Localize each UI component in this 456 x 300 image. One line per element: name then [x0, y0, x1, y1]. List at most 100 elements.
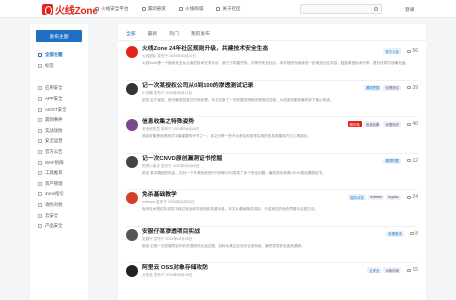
category-icon [38, 118, 42, 123]
post-tags: 攻防对抗 redteam bypass 24 [348, 194, 418, 201]
post-item[interactable]: 记一次CNVD原创漏洞证书挖掘 挖洞小能手 发布于 2024年06月05日 漏洞挖掘… [126, 155, 418, 181]
comment-count: 12 [406, 158, 418, 164]
comment-count: 8 [409, 230, 418, 237]
post-excerpt: 前言 某次偶然的机会，在对一个开源系统进行代码审计时发现了多个安全问题，最终成功… [142, 170, 326, 175]
post-meta: 小白帽 发布于 2024年06月11日 [142, 90, 193, 95]
site-logo[interactable]: 火线Zone [42, 2, 98, 17]
post-excerpt [142, 280, 418, 290]
sidebar-item-app-security[interactable]: 应用安全 [30, 83, 88, 94]
sidebar: 发布主题 全部主题 标签 应用安全 APP安全 AI/IOT安全 漏洞事件 实战… [30, 24, 88, 300]
nav-item-mall[interactable]: 火线商城 [178, 6, 203, 12]
post-item[interactable]: 安服仔某渗透项目实战 安服仔 发布于 2024年05月29日 渗透测试 8 前言 记录一… [126, 228, 418, 254]
nav-item-about[interactable]: 关于社区 [216, 6, 241, 12]
topic-tag[interactable]: 官方公告 [383, 48, 401, 55]
post-tags: 精华帖 信息收集 渗透测试 40 [347, 121, 418, 128]
sidebar-item-all[interactable]: 全部主题 [30, 50, 88, 61]
comment-count-value: 15 [412, 267, 418, 274]
topic-tag[interactable]: 信息收集 [363, 121, 382, 128]
comment-count-value: 56 [412, 48, 418, 55]
post-meta: 火线团队 发布于 2024年03月20日 [142, 54, 196, 58]
post-tags: 官方公告 56 [383, 48, 418, 55]
avatar[interactable] [126, 192, 138, 204]
category-icon [38, 97, 42, 102]
sidebar-item-tags[interactable]: 标签 [30, 61, 88, 72]
sidebar-item-vuln-events[interactable]: 漏洞事件 [30, 115, 88, 126]
logo-text: 火线Zone [55, 5, 98, 17]
sidebar-item-zone-guide[interactable]: Zone指引 [30, 189, 88, 200]
topic-tag[interactable]: redteam [367, 194, 385, 200]
topic-tag[interactable]: 渗透测试 [383, 121, 401, 128]
avatar[interactable] [126, 46, 138, 58]
post-tags: 云安全 对象存储 15 [367, 267, 418, 274]
divider [126, 189, 418, 190]
search-icon[interactable] [374, 7, 378, 11]
about-icon [216, 7, 221, 11]
avatar[interactable] [126, 228, 138, 241]
post-meta: 挖洞小能手 发布于 2024年06月05日 [142, 163, 200, 168]
comment-count: 24 [406, 194, 418, 201]
post-meta: 安全研究员 发布于 2024年06月08日 [142, 127, 200, 131]
post-item[interactable]: 免杀基础教学 redteam 发布于 2024年06月02日 攻防对抗 redteam… [126, 192, 418, 217]
sidebar-item-ai-iot[interactable]: AI/IOT安全 [30, 104, 88, 115]
post-tags: 漏洞挖掘 12 [383, 157, 418, 164]
topic-tag[interactable]: bypass [386, 194, 401, 200]
post-tags: 漏洞挖掘 渗透测试 39 [363, 84, 418, 91]
topic-tag[interactable]: 精华帖 [347, 121, 362, 128]
post-item[interactable]: 信息收集之特殊姿势 安全研究员 发布于 2024年06月08日 精华帖 信息收集 渗透测… [126, 119, 418, 144]
avatar[interactable] [126, 119, 138, 131]
category-icon [38, 224, 42, 229]
category-icon [38, 128, 42, 133]
sidebar-item-tools[interactable]: 工具推荐 [30, 168, 88, 179]
sidebar-item-offense[interactable]: 攻防对抗 [30, 200, 88, 211]
comment-count: 39 [406, 85, 418, 91]
comment-count: 40 [406, 121, 418, 127]
post-title[interactable]: 记一次CNVD原创漏洞证书挖掘 [142, 156, 418, 163]
sidebar-item-operations[interactable]: 安全运营 [30, 136, 88, 147]
sidebar-item-attack-defense[interactable]: 实战攻防 [30, 126, 88, 137]
divider [126, 262, 418, 263]
topic-tag[interactable]: 对象存储 [383, 267, 401, 274]
publish-topic-button[interactable]: 发布主题 [36, 30, 82, 42]
avatar[interactable] [126, 265, 138, 277]
avatar[interactable] [126, 155, 138, 168]
sidebar-item-app[interactable]: APP安全 [30, 94, 88, 105]
comment-count: 15 [406, 267, 418, 274]
login-link[interactable]: 登录 [405, 6, 415, 13]
post-excerpt: 免杀技术是红队攻防中绕过安全软件检测的关键手段，本文从基础概念讲起，介绍常见的免… [142, 207, 319, 211]
comment-count-value: 8 [415, 230, 418, 237]
post-item[interactable]: 阿里云 OSS对象存储攻防 云安全 发布于 2024年05月26日 云安全 对象存储 1… [126, 265, 418, 290]
post-item[interactable]: 记一次某授权公司从0到100的渗透测试记录 小白帽 发布于 2024年06月11日… [126, 82, 418, 108]
sidebar-item-cloud[interactable]: 云安全 [30, 210, 88, 221]
post-excerpt: 信息收集是渗透测试中最重要的环节之一，本文分享一些不太常见但非常实用的信息收集技… [142, 134, 311, 138]
category-icon [38, 160, 42, 165]
nav-item-bounty[interactable]: 漏洞悬赏 [141, 6, 166, 12]
search-input[interactable] [300, 4, 382, 14]
category-icon [38, 139, 42, 144]
avatar[interactable] [126, 82, 138, 95]
comment-icon [406, 159, 411, 163]
topic-tag[interactable]: 攻防对抗 [348, 194, 366, 201]
comment-icon [406, 122, 411, 126]
sidebar-item-product[interactable]: 产品安全 [30, 221, 88, 232]
mall-icon [178, 7, 183, 11]
post-title[interactable]: 安服仔某渗透项目实战 [142, 229, 418, 236]
post-meta: redteam 发布于 2024年06月02日 [142, 200, 195, 204]
topic-tag[interactable]: 云安全 [367, 267, 382, 274]
sidebar-item-waf[interactable]: WAF防御 [30, 157, 88, 168]
category-icon [38, 86, 42, 91]
topic-tag[interactable]: 漏洞挖掘 [383, 157, 401, 164]
topic-tag[interactable]: 漏洞挖掘 [363, 84, 382, 91]
sidebar-item-announcements[interactable]: 官方公告 [30, 147, 88, 158]
topic-tag[interactable]: 渗透测试 [386, 230, 404, 237]
divider [126, 225, 418, 227]
comment-count-value: 24 [412, 194, 418, 201]
top-navbar: 火线Zone 火线安全平台 漏洞悬赏 火线商城 关于社区 登录 [0, 0, 456, 18]
topic-list-panel: 全部 最新 热门 我的发布 火线Zone 24年社区规则升级，共建技术安全生态火… [118, 24, 426, 300]
nav-item-platform[interactable]: 火线安全平台 [95, 6, 129, 12]
category-icon [38, 213, 42, 218]
post-item[interactable]: 火线Zone 24年社区规则升级，共建技术安全生态 火线团队 发布于 2024年0… [126, 46, 418, 71]
post-title[interactable]: 火线Zone 24年社区规则升级，共建技术安全生态 [142, 46, 418, 53]
topic-tag[interactable]: 渗透测试 [383, 84, 401, 91]
sidebar-item-assets[interactable]: 资产管理 [30, 179, 88, 190]
post-meta: 安服仔 发布于 2024年05月29日 [142, 236, 193, 241]
